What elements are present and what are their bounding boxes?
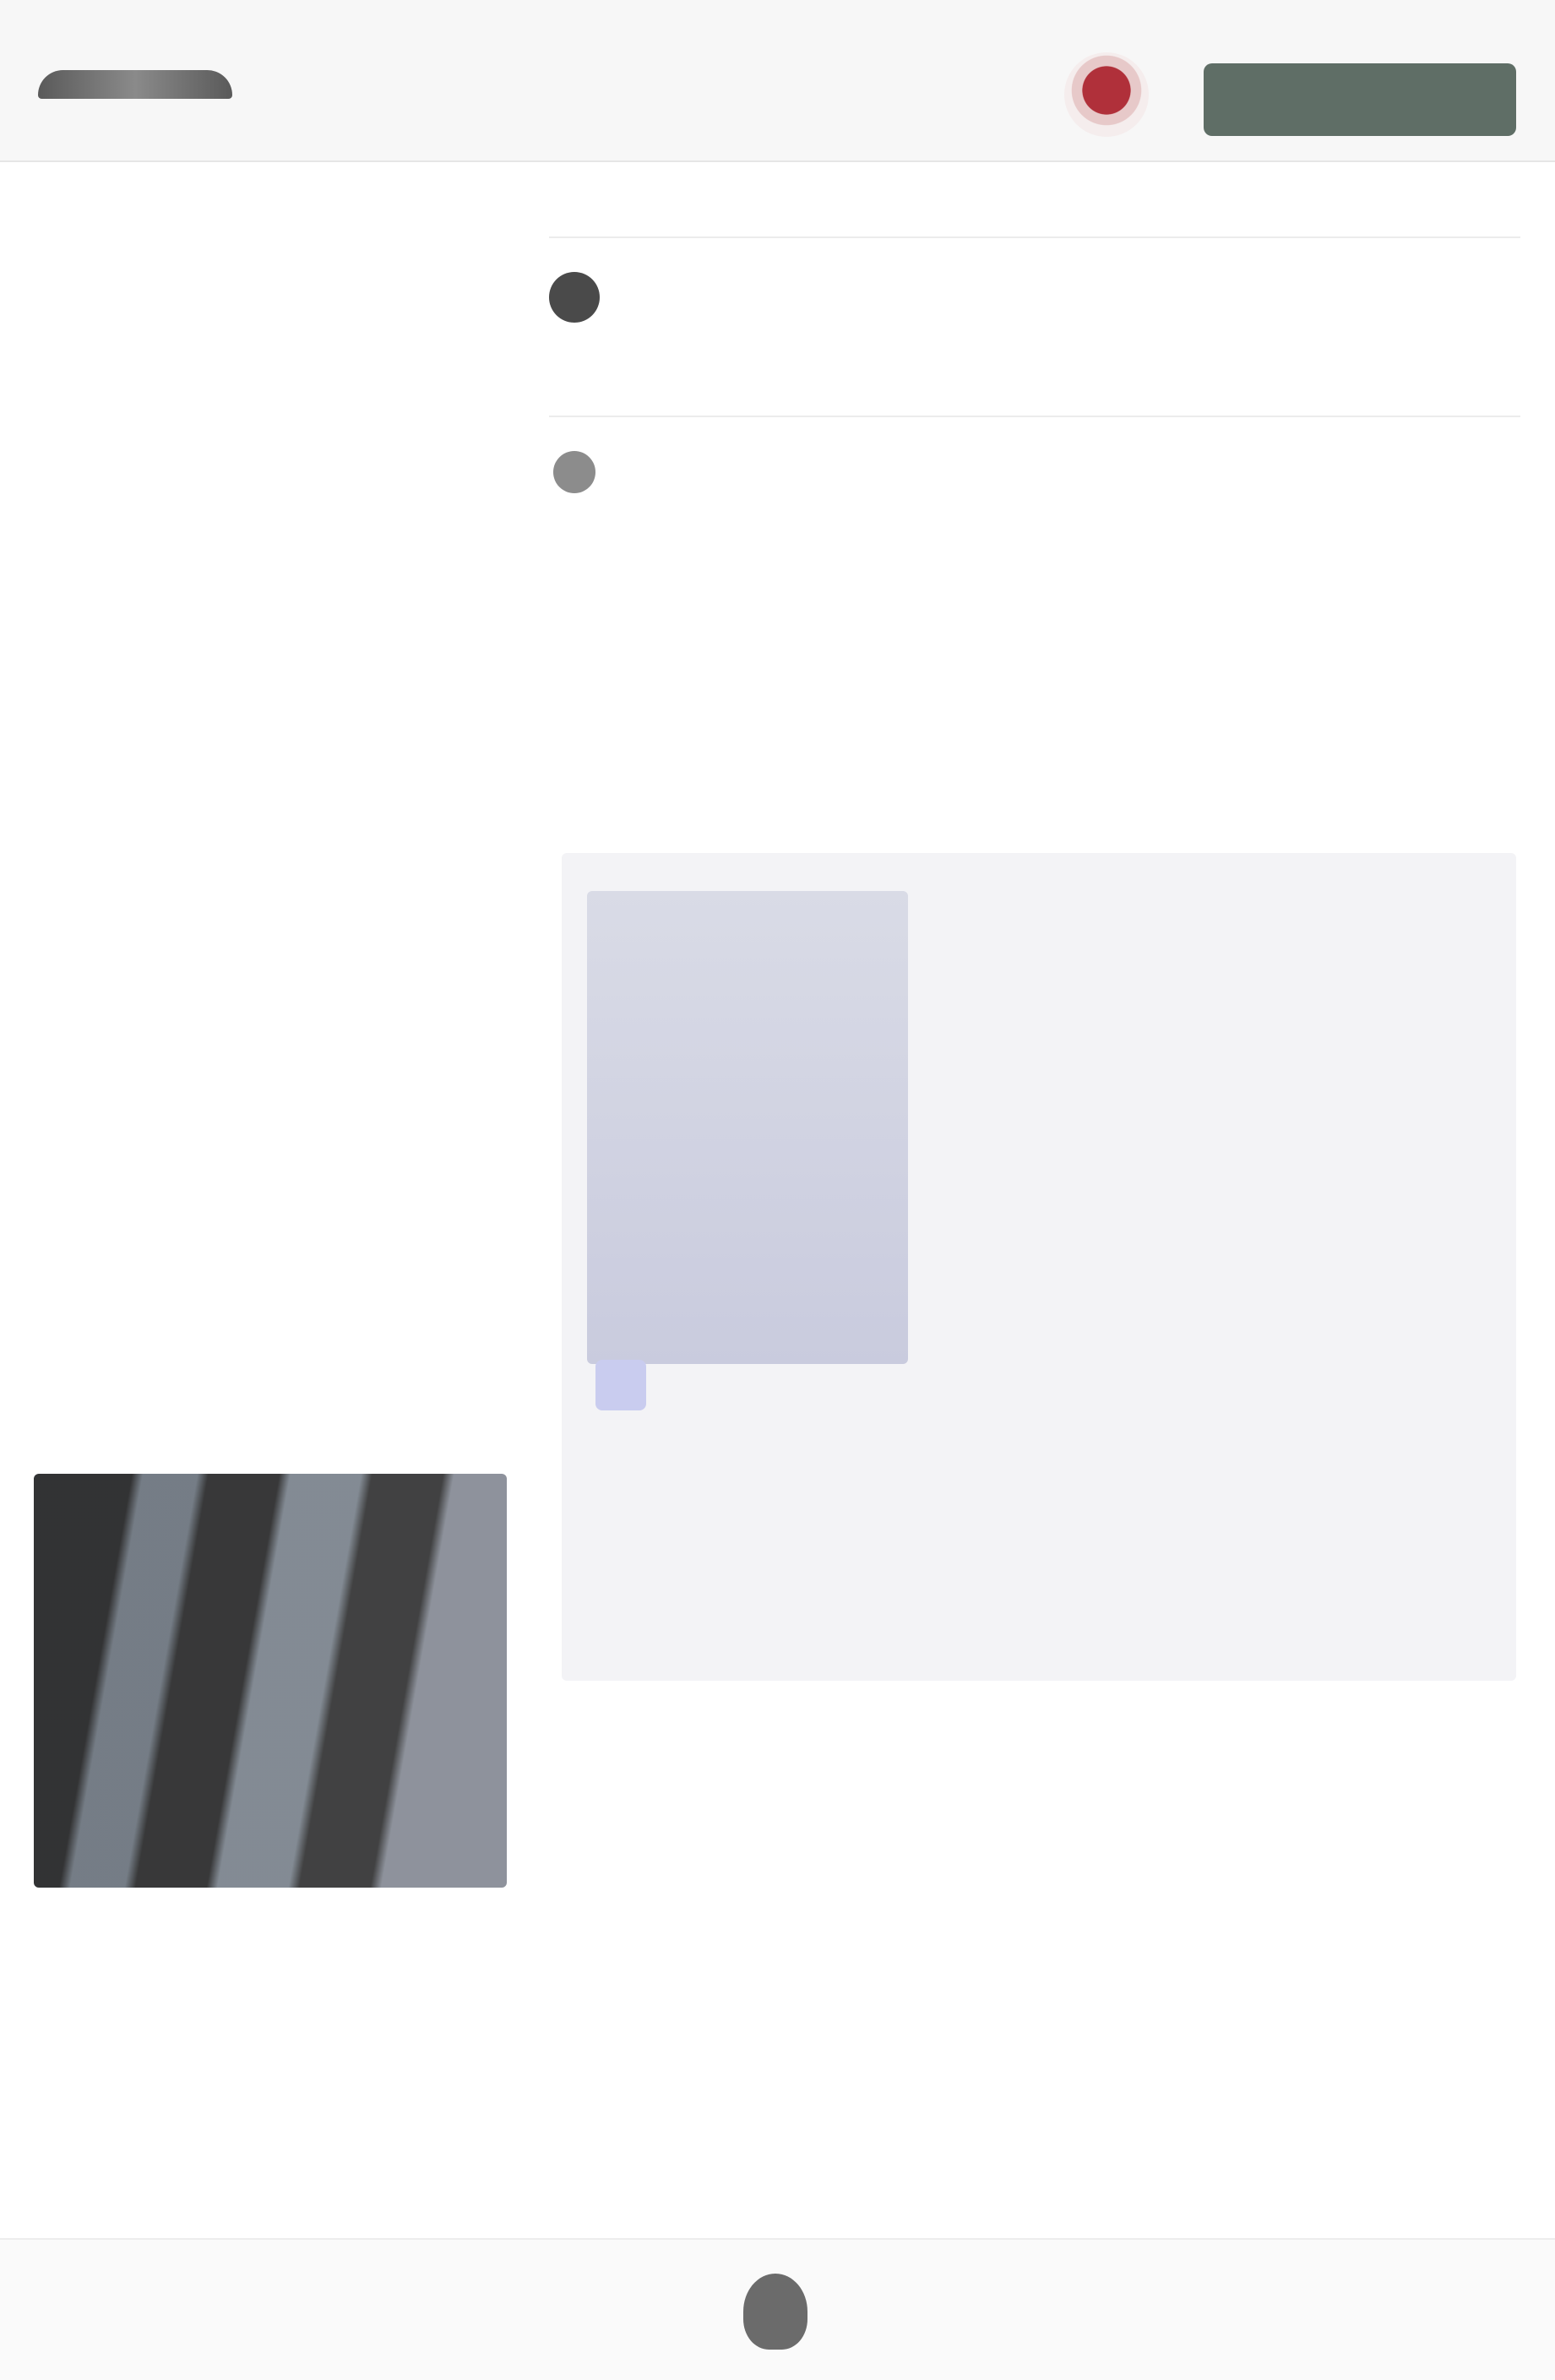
main-content (549, 165, 1520, 586)
header-action-button[interactable] (1204, 63, 1516, 136)
panel-links (933, 887, 1499, 914)
section-label (549, 177, 1520, 228)
footer-emblem-icon (743, 2274, 807, 2350)
feature-panel (562, 853, 1516, 1681)
site-header (0, 0, 1555, 162)
divider (549, 236, 1520, 238)
bullet-icon (553, 451, 595, 493)
entry-1 (549, 255, 1520, 407)
check-icon[interactable] (595, 1360, 646, 1410)
divider (549, 416, 1520, 417)
panel-thumbnail[interactable] (587, 891, 908, 1364)
side-photo[interactable] (34, 1474, 507, 1888)
flag-icon[interactable] (1064, 52, 1149, 137)
site-footer (0, 2238, 1555, 2380)
bullet-icon (549, 272, 600, 323)
logo-mark (38, 70, 232, 99)
panel-item (595, 1360, 1491, 1410)
entry-2 (549, 434, 1520, 586)
site-logo[interactable] (38, 42, 300, 135)
